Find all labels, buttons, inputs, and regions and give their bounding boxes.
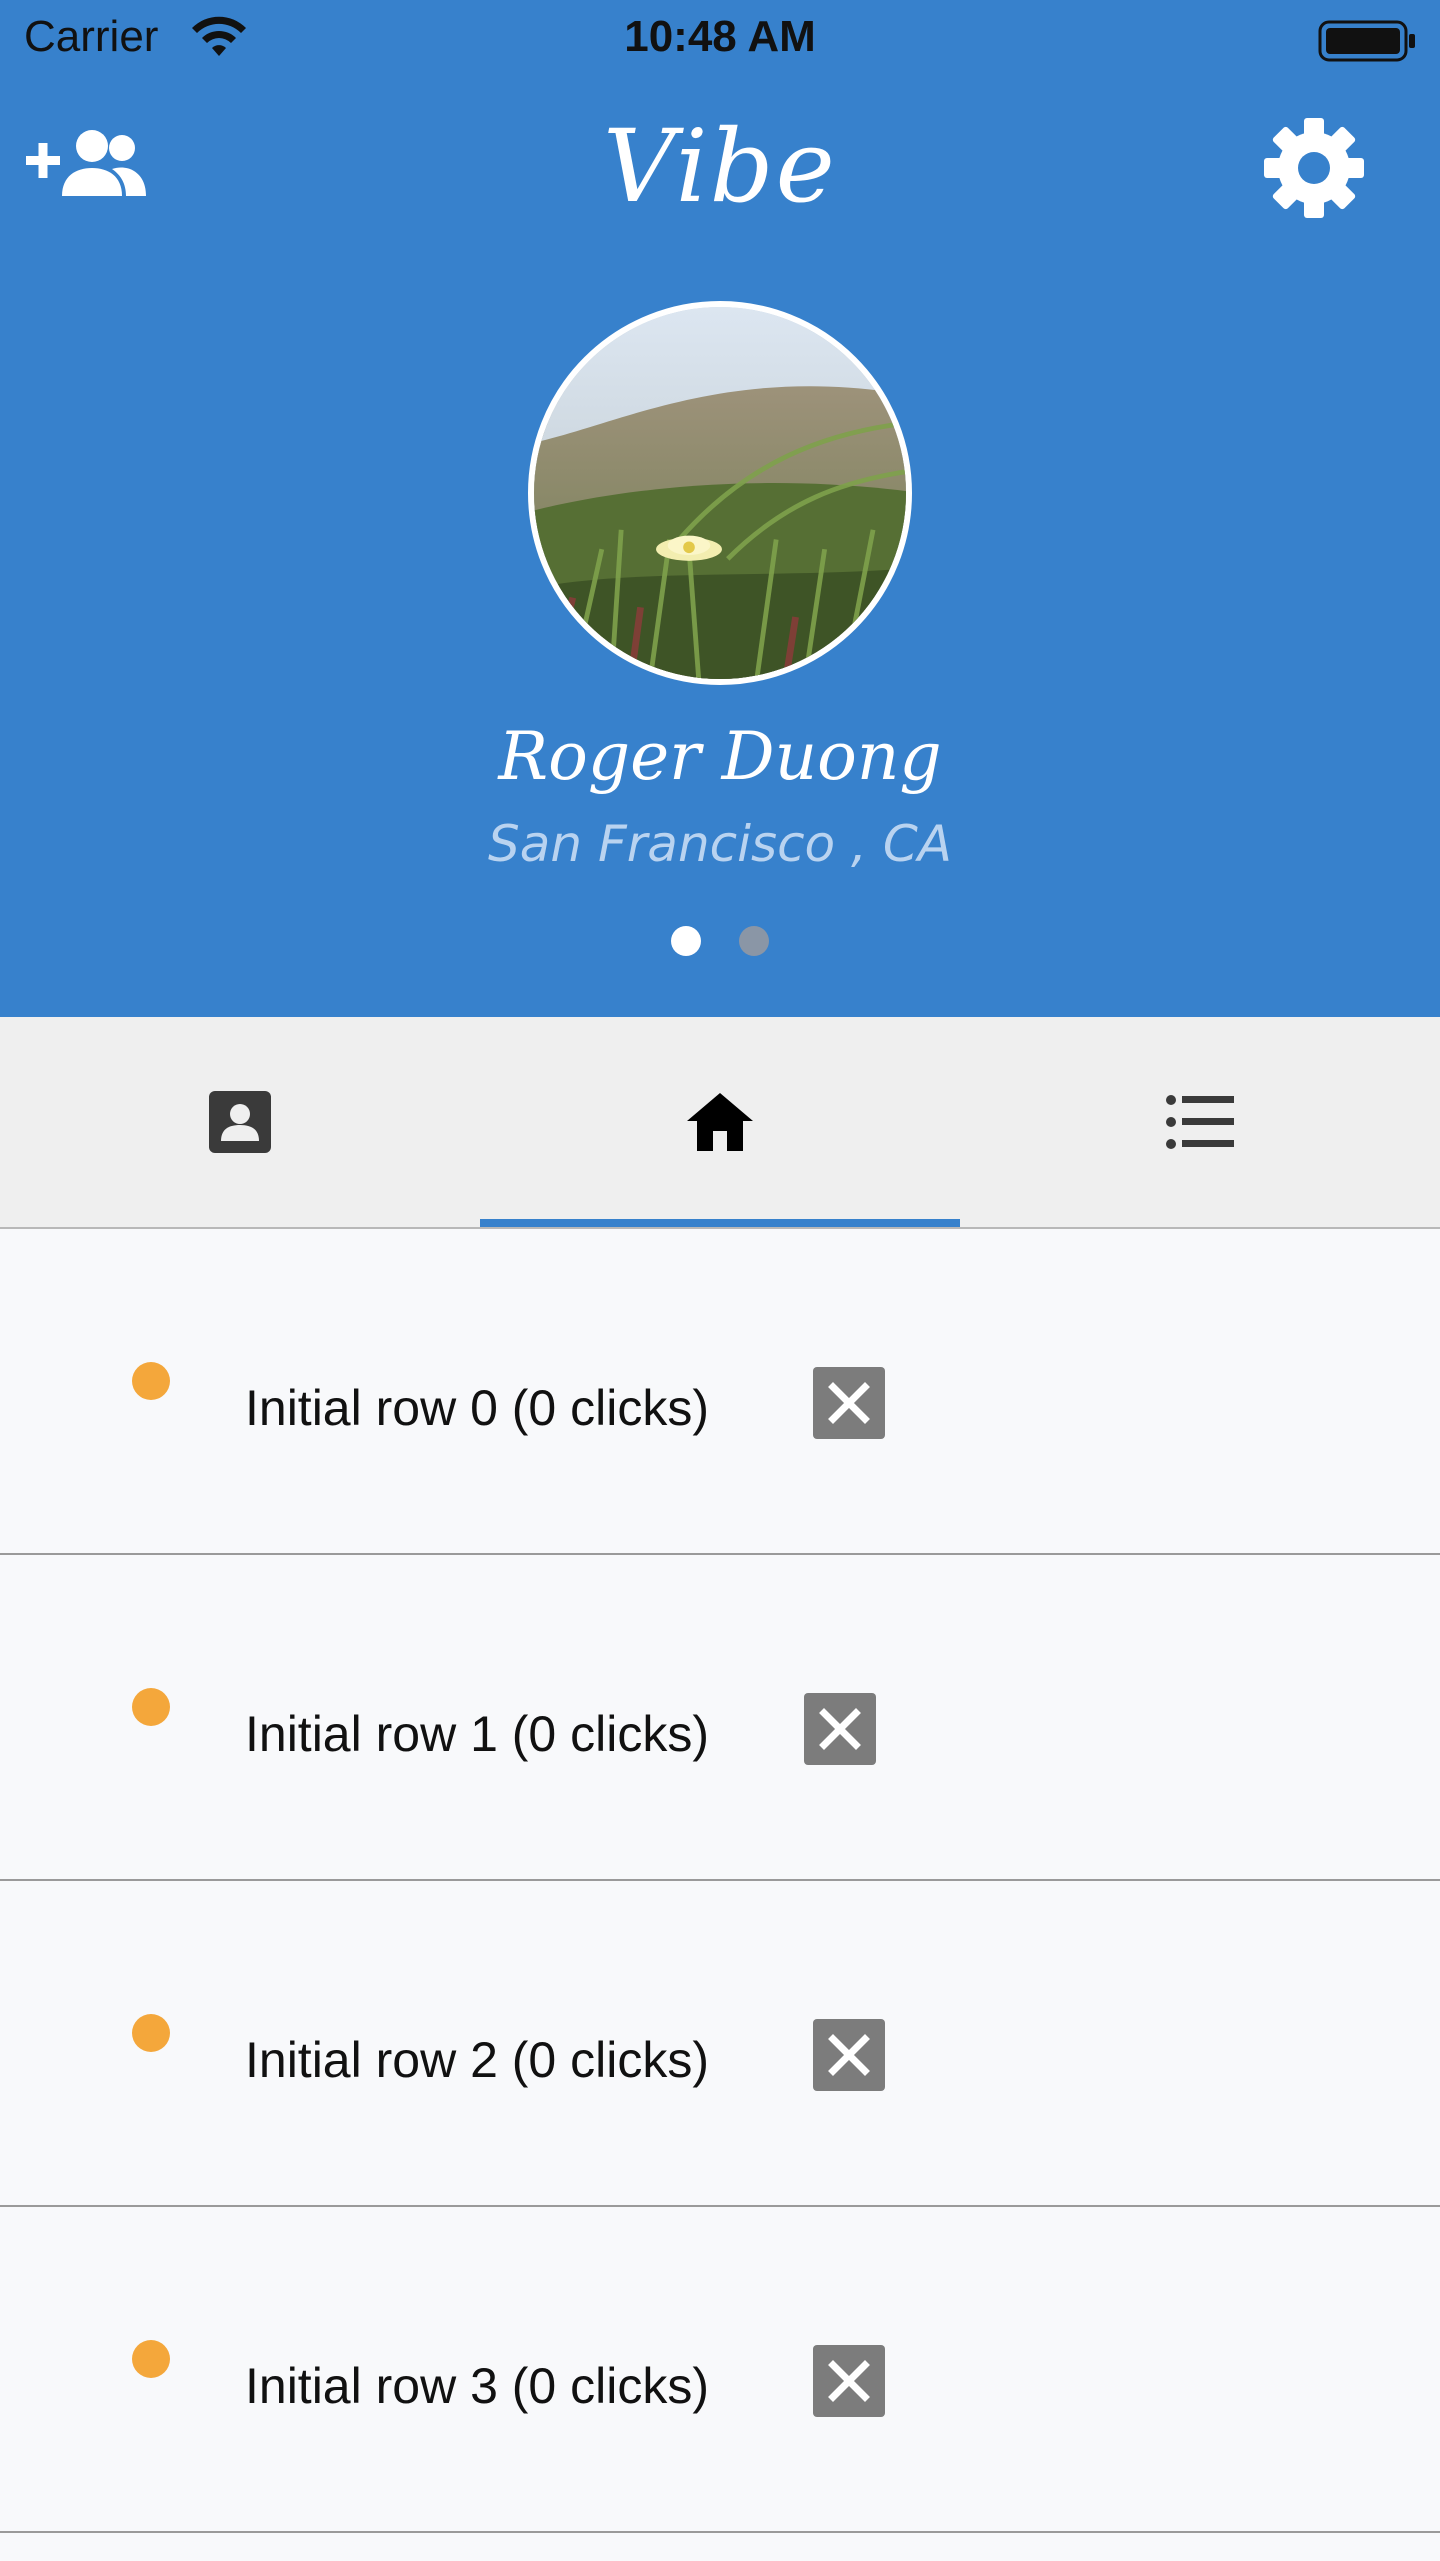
- page-indicator[interactable]: [0, 926, 1440, 958]
- user-name: Roger Duong: [498, 718, 942, 795]
- row-label: Initial row 0 (0 clicks): [245, 1380, 709, 1436]
- close-icon: [819, 1708, 861, 1750]
- profile-header: Carrier 10:48 AM Vibe Roger Duong San Fr…: [0, 0, 1440, 1017]
- home-icon: [687, 1093, 753, 1151]
- delete-button[interactable]: [813, 2019, 885, 2091]
- list-icon: [1166, 1095, 1234, 1149]
- close-icon: [828, 2360, 870, 2402]
- tab-home[interactable]: [480, 1017, 960, 1227]
- close-icon: [828, 1382, 870, 1424]
- avatar[interactable]: [528, 301, 912, 685]
- active-tab-indicator: [480, 1219, 960, 1227]
- battery-icon: [1318, 18, 1418, 64]
- close-icon: [828, 2034, 870, 2076]
- list-item[interactable]: Initial row 3 (0 clicks): [0, 2207, 1440, 2533]
- delete-button[interactable]: [804, 1693, 876, 1765]
- status-dot: [132, 2014, 170, 2052]
- delete-button[interactable]: [813, 2345, 885, 2417]
- tab-bar: [0, 1017, 1440, 1229]
- status-time: 10:48 AM: [624, 12, 816, 61]
- row-label: Initial row 3 (0 clicks): [245, 2358, 709, 2414]
- status-dot: [132, 1362, 170, 1400]
- row-label: Initial row 1 (0 clicks): [245, 1706, 709, 1762]
- settings-icon[interactable]: [1262, 116, 1366, 220]
- list-item[interactable]: Initial row 0 (0 clicks): [0, 1229, 1440, 1555]
- row-list: Initial row 0 (0 clicks) Initial row 1 (…: [0, 1229, 1440, 2533]
- status-dot: [132, 1688, 170, 1726]
- status-dot: [132, 2340, 170, 2378]
- page-dot-2[interactable]: [739, 926, 770, 956]
- user-location: San Francisco , CA: [488, 815, 952, 873]
- list-item[interactable]: Initial row 2 (0 clicks): [0, 1881, 1440, 2207]
- row-label: Initial row 2 (0 clicks): [245, 2032, 709, 2088]
- list-item[interactable]: Initial row 1 (0 clicks): [0, 1555, 1440, 1881]
- delete-button[interactable]: [813, 1367, 885, 1439]
- tab-list[interactable]: [960, 1017, 1440, 1227]
- status-bar: Carrier 10:48 AM: [0, 0, 1440, 80]
- tab-profile[interactable]: [0, 1017, 480, 1227]
- app-title: Vibe: [603, 108, 837, 225]
- page-dot-1[interactable]: [670, 926, 701, 956]
- contact-card-icon: [209, 1091, 271, 1153]
